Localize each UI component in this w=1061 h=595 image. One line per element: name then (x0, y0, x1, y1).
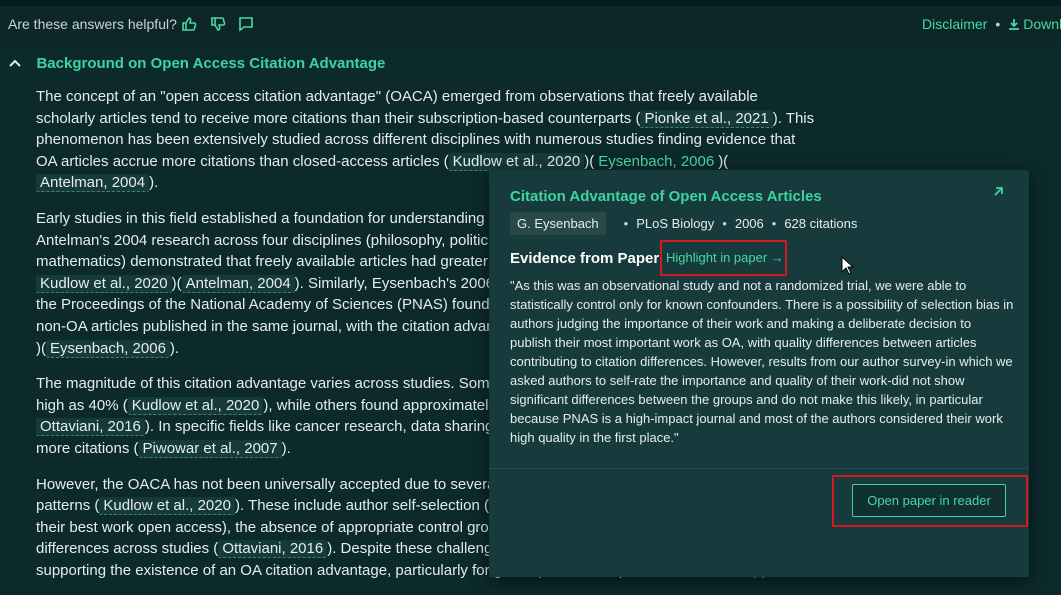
text: ). These include author self-selection ( (234, 497, 489, 515)
text: mathematics) demonstrated that freely av… (36, 253, 488, 271)
citation-chip[interactable]: Kudlow et al., 2020 (99, 497, 235, 516)
text: ). (169, 339, 180, 357)
citation-chip[interactable]: Kudlow et al., 2020 (448, 152, 585, 171)
text: )( (171, 274, 182, 292)
disclaimer-link[interactable]: Disclaimer (922, 16, 987, 32)
text: the Proceedings of the National Academy … (36, 296, 498, 314)
citation-chip[interactable]: Kudlow et al., 2020 (127, 396, 264, 415)
open-paper-button[interactable]: Open paper in reader (852, 484, 1006, 517)
text: )( (718, 152, 729, 170)
paper-meta: G. Eysenbach • PLoS Biology • 2006 • 628 citat… (510, 212, 857, 236)
chevron-up-icon[interactable] (8, 56, 24, 72)
text: ). Similarly, Eysenbach's 2006 (294, 274, 495, 292)
external-link-icon[interactable] (991, 185, 1005, 199)
meta-bullet: • (771, 216, 777, 231)
citation-chip[interactable]: Pionke et al., 2021 (640, 109, 773, 128)
feedback-question: Are these answers helpful? (8, 16, 177, 32)
text: Antelman's 2004 research across four dis… (36, 231, 488, 249)
citation-chip-active[interactable]: Eysenbach, 2006 (594, 153, 719, 171)
thumbs-up-icon[interactable] (178, 14, 200, 34)
citation-count: 628 citations (784, 216, 858, 231)
mouse-cursor-icon (841, 255, 855, 276)
download-link[interactable]: Downlo (1008, 16, 1061, 32)
feedback-bar: Are these answers helpful? Disclaimer • Do… (0, 0, 1061, 44)
download-label: Downlo (1023, 16, 1061, 32)
text: more citations ( (36, 439, 139, 457)
comment-icon[interactable] (235, 14, 257, 34)
text: high as 40% ( (36, 396, 128, 414)
text: non-OA articles published in the same jo… (36, 317, 495, 335)
citation-popup: Citation Advantage of Open Access Articl… (489, 170, 1029, 577)
text: patterns ( (36, 497, 100, 515)
text: The magnitude of this citation advantage… (36, 375, 498, 393)
text: ). (281, 439, 291, 457)
section-header[interactable]: Background on Open Access Citation Advan… (8, 55, 385, 75)
feedback-links: Disclaimer • Downlo (922, 16, 1061, 32)
text: Early studies in this field established … (36, 209, 485, 227)
paper-title[interactable]: Citation Advantage of Open Access Articl… (510, 188, 822, 205)
text: ). In specific fields like cancer resear… (144, 418, 494, 436)
citation-chip[interactable]: Eysenbach, 2006 (46, 339, 170, 358)
text: However, the OACA has not been universal… (36, 475, 499, 493)
journal-name: PLoS Biology (636, 216, 715, 231)
text: ), while others found approximately (263, 396, 496, 414)
evidence-quote: "As this was an observational study and … (510, 278, 1014, 445)
text: )( (584, 152, 595, 170)
evidence-label: Evidence from Paper (510, 250, 660, 267)
text: )( (36, 339, 46, 357)
section-title: Background on Open Access Citation Advan… (36, 55, 386, 72)
citation-chip[interactable]: Antelman, 2004 (181, 274, 295, 293)
author-chip[interactable]: G. Eysenbach (510, 212, 606, 235)
popup-divider (489, 468, 1029, 469)
separator-dot: • (995, 16, 1001, 32)
thumbs-down-icon[interactable] (207, 14, 229, 34)
publication-year: 2006 (734, 216, 764, 231)
citation-chip[interactable]: Antelman, 2004 (36, 174, 150, 193)
citation-chip[interactable]: Ottaviani, 2016 (218, 540, 328, 559)
text: ). (149, 174, 159, 192)
citation-chip[interactable]: Kudlow et al., 2020 (36, 274, 172, 293)
meta-bullet: • (722, 216, 727, 231)
meta-bullet: • (623, 216, 629, 231)
highlight-in-paper-link[interactable]: Highlight in paper → (660, 240, 787, 276)
citation-chip[interactable]: Ottaviani, 2016 (36, 418, 145, 437)
citation-chip[interactable]: Piwowar et al., 2007 (138, 439, 282, 458)
download-icon (1008, 17, 1020, 30)
